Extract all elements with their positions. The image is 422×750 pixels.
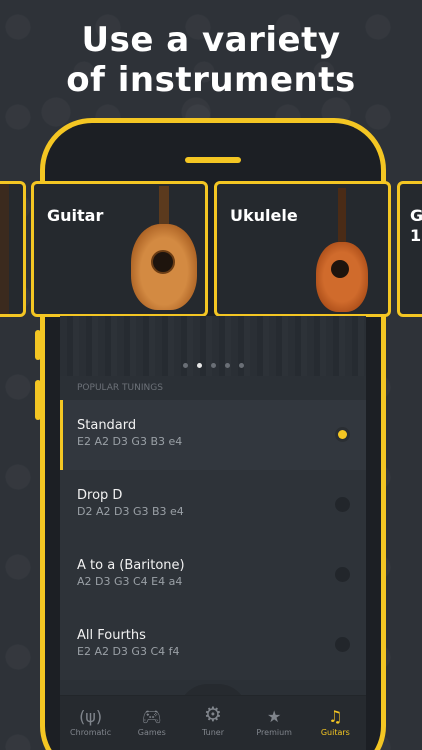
instrument-label: Guitar [47, 206, 104, 225]
ukulele-neck [338, 188, 346, 248]
tuning-notes: D2 A2 D3 G3 B3 e4 [77, 505, 184, 518]
chromatic-icon: (ψ) [79, 707, 103, 726]
tuning-row-all-fourths[interactable]: All Fourths E2 A2 D3 G3 C4 f4 [60, 610, 366, 680]
tab-tuner[interactable]: ⚙ Tuner [182, 696, 243, 750]
tuning-row-standard[interactable]: Standard E2 A2 D3 G3 B3 e4 [60, 400, 366, 470]
page-dot[interactable] [210, 363, 216, 368]
tuning-notes: E2 A2 D3 G3 B3 e4 [77, 435, 183, 448]
headline-line-1: Use a variety [81, 20, 341, 60]
tab-label: Games [137, 728, 166, 737]
gamepad-icon: 🎮︎ [141, 707, 162, 726]
tuning-row-drop-d[interactable]: Drop D D2 A2 D3 G3 B3 e4 [60, 470, 366, 540]
instrument-card-12-string[interactable]: G12 [397, 181, 422, 317]
page-dot-active[interactable] [196, 363, 202, 368]
radio-selected[interactable] [335, 427, 350, 442]
tab-label: Tuner [201, 728, 224, 737]
bass-guitar-image [0, 184, 9, 314]
radio-unselected[interactable] [335, 637, 350, 652]
tuning-name: A to a (Baritone) [77, 558, 185, 573]
tuning-name: All Fourths [77, 628, 146, 643]
page-dot[interactable] [224, 363, 230, 368]
ukulele-image [316, 242, 368, 312]
page-dot[interactable] [182, 363, 188, 368]
headline: Use a variety of instruments [0, 20, 422, 100]
tab-bar: (ψ) Chromatic 🎮︎ Games ⚙ Tuner ★ Premium… [60, 695, 366, 750]
phone-side-button [35, 330, 41, 360]
acoustic-guitar-image [131, 224, 197, 310]
instrument-label: G12 [410, 206, 422, 245]
page-indicator [60, 363, 366, 368]
section-label: POPULAR TUNINGS [60, 376, 366, 400]
carousel-background [60, 316, 366, 376]
tab-label: Chromatic [70, 728, 112, 737]
tuner-icon: ⚙ [204, 702, 222, 726]
tuning-name: Standard [77, 418, 137, 433]
tab-label: Guitars [320, 728, 350, 737]
tuning-notes: E2 A2 D3 G3 C4 f4 [77, 645, 180, 658]
tuning-name: Drop D [77, 488, 123, 503]
tab-games[interactable]: 🎮︎ Games [121, 696, 182, 750]
tab-label: Premium [256, 728, 292, 737]
tuning-row-baritone[interactable]: A to a (Baritone) A2 D3 G3 C4 E4 a4 [60, 540, 366, 610]
instrument-card-bass[interactable] [0, 181, 26, 317]
instrument-label: Ukulele [230, 206, 298, 225]
phone-speaker [185, 157, 241, 163]
tab-premium[interactable]: ★ Premium [244, 696, 305, 750]
tab-guitars[interactable]: ♫ Guitars [305, 696, 366, 750]
tuning-notes: A2 D3 G3 C4 E4 a4 [77, 575, 183, 588]
headline-line-2: of instruments [66, 60, 356, 100]
tab-chromatic[interactable]: (ψ) Chromatic [60, 696, 121, 750]
instrument-card-ukulele[interactable]: Ukulele [214, 181, 391, 317]
guitar-icon: ♫ [328, 707, 343, 726]
pick-star-icon: ★ [266, 707, 282, 726]
radio-unselected[interactable] [335, 567, 350, 582]
phone-side-button [35, 380, 41, 420]
page-dot[interactable] [238, 363, 244, 368]
instrument-card-guitar[interactable]: Guitar [31, 181, 208, 317]
radio-unselected[interactable] [335, 497, 350, 512]
